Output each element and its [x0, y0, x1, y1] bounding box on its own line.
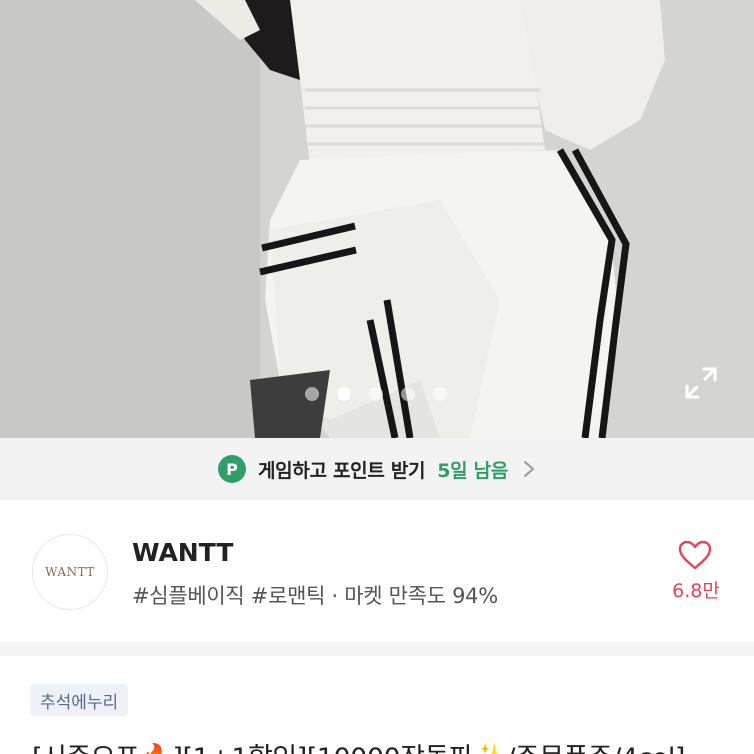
point-game-banner[interactable]: P 게임하고 포인트 받기 5일 남음 — [0, 438, 754, 500]
expand-icon — [685, 367, 717, 399]
carousel-pagination — [0, 387, 754, 403]
store-info[interactable]: WANTT WANTT #심플베이직 #로맨틱 · 마켓 만족도 94% 6.8… — [0, 500, 754, 642]
banner-days-left: 5일 남음 — [437, 459, 509, 482]
product-image-carousel[interactable] — [0, 0, 754, 438]
store-name[interactable]: WANTT — [132, 538, 233, 567]
expand-image-button[interactable] — [684, 366, 718, 400]
banner-text: 게임하고 포인트 받기 — [257, 459, 426, 482]
carousel-dot-active[interactable] — [337, 387, 351, 401]
store-tags: #심플베이직 #로맨틱 · 마켓 만족도 94% — [132, 584, 498, 608]
product-title: [시즌오프🔥][1+1할인][10000장돌파✨/주문폭주/4col] — [32, 736, 752, 754]
promo-badge: 추석에누리 — [30, 684, 129, 716]
carousel-dot[interactable] — [433, 387, 447, 401]
like-count: 6.8만 — [672, 580, 720, 602]
store-logo-text: WANTT — [45, 565, 95, 579]
chevron-right-icon — [524, 461, 535, 477]
like-button[interactable] — [678, 540, 712, 570]
carousel-dot[interactable] — [369, 387, 383, 401]
store-logo[interactable]: WANTT — [32, 534, 108, 610]
point-icon: P — [217, 455, 246, 483]
heart-outline-icon — [678, 540, 712, 570]
carousel-dot[interactable] — [305, 387, 319, 401]
section-divider — [0, 642, 754, 656]
carousel-dot[interactable] — [401, 387, 415, 401]
product-photo — [0, 0, 754, 438]
